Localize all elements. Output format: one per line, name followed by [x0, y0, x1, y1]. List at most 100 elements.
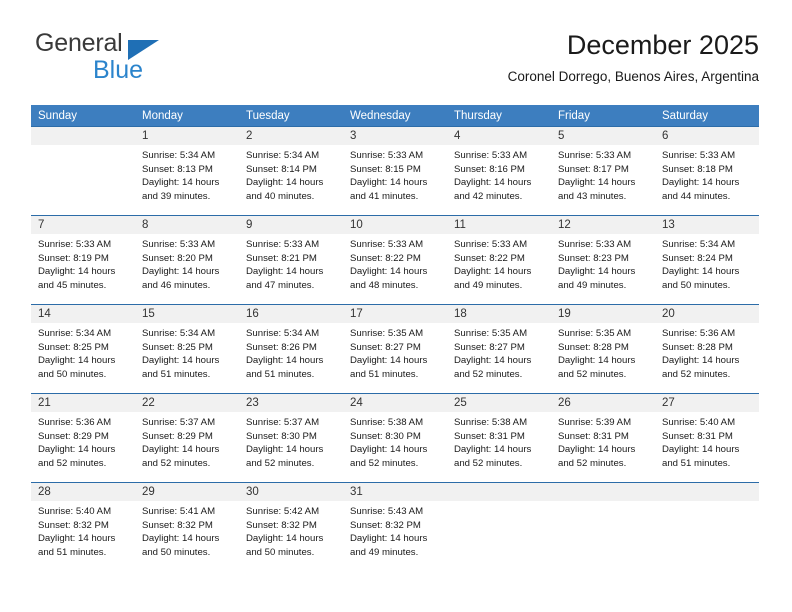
- day-cell[interactable]: [31, 127, 135, 215]
- sunrise-text: Sunrise: 5:33 AM: [142, 239, 216, 250]
- sunrise-text: Sunrise: 5:42 AM: [246, 506, 320, 517]
- sunrise-text: Sunrise: 5:43 AM: [350, 506, 424, 517]
- day-details: Sunrise: 5:35 AM Sunset: 8:27 PM Dayligh…: [343, 323, 447, 381]
- day-cell[interactable]: 16 Sunrise: 5:34 AM Sunset: 8:26 PM Dayl…: [239, 305, 343, 393]
- day-details: Sunrise: 5:33 AM Sunset: 8:18 PM Dayligh…: [655, 145, 759, 203]
- day-details: Sunrise: 5:40 AM Sunset: 8:32 PM Dayligh…: [31, 501, 135, 559]
- day-number: 11: [447, 216, 551, 234]
- sunset-text: Sunset: 8:21 PM: [246, 252, 317, 264]
- page-title: December 2025: [566, 30, 759, 60]
- day-cell[interactable]: [447, 483, 551, 571]
- daylight-text-line1: Daylight: 14 hours: [38, 444, 116, 456]
- day-cell[interactable]: 7 Sunrise: 5:33 AM Sunset: 8:19 PM Dayli…: [31, 216, 135, 304]
- daylight-text-line2: and 51 minutes.: [662, 457, 731, 469]
- daylight-text-line2: and 52 minutes.: [350, 457, 419, 469]
- day-details: Sunrise: 5:33 AM Sunset: 8:17 PM Dayligh…: [551, 145, 655, 203]
- day-number: 7: [31, 216, 135, 234]
- page-subtitle: Coronel Dorrego, Buenos Aires, Argentina: [507, 69, 759, 84]
- day-cell[interactable]: 28 Sunrise: 5:40 AM Sunset: 8:32 PM Dayl…: [31, 483, 135, 571]
- sunrise-text: Sunrise: 5:33 AM: [350, 239, 424, 250]
- day-cell[interactable]: 29 Sunrise: 5:41 AM Sunset: 8:32 PM Dayl…: [135, 483, 239, 571]
- day-cell[interactable]: 6 Sunrise: 5:33 AM Sunset: 8:18 PM Dayli…: [655, 127, 759, 215]
- sunset-text: Sunset: 8:30 PM: [350, 430, 421, 442]
- daylight-text-line1: Daylight: 14 hours: [350, 444, 428, 456]
- day-number: 31: [343, 483, 447, 501]
- general-blue-logo[interactable]: General Blue: [31, 28, 261, 86]
- daylight-text-line1: Daylight: 14 hours: [454, 444, 532, 456]
- day-cell[interactable]: 20 Sunrise: 5:36 AM Sunset: 8:28 PM Dayl…: [655, 305, 759, 393]
- week-row: 1 Sunrise: 5:34 AM Sunset: 8:13 PM Dayli…: [31, 126, 759, 215]
- day-cell[interactable]: [551, 483, 655, 571]
- daylight-text-line2: and 52 minutes.: [454, 457, 523, 469]
- day-cell[interactable]: 10 Sunrise: 5:33 AM Sunset: 8:22 PM Dayl…: [343, 216, 447, 304]
- daylight-text-line2: and 49 minutes.: [558, 279, 627, 291]
- day-number: 20: [655, 305, 759, 323]
- day-number: 4: [447, 127, 551, 145]
- daylight-text-line2: and 42 minutes.: [454, 190, 523, 202]
- day-cell[interactable]: 8 Sunrise: 5:33 AM Sunset: 8:20 PM Dayli…: [135, 216, 239, 304]
- sunset-text: Sunset: 8:31 PM: [454, 430, 525, 442]
- day-details: Sunrise: 5:34 AM Sunset: 8:25 PM Dayligh…: [31, 323, 135, 381]
- day-cell[interactable]: 11 Sunrise: 5:33 AM Sunset: 8:22 PM Dayl…: [447, 216, 551, 304]
- calendar-page: General Blue December 2025 Coronel Dorre…: [0, 0, 792, 612]
- day-cell[interactable]: 14 Sunrise: 5:34 AM Sunset: 8:25 PM Dayl…: [31, 305, 135, 393]
- sunrise-text: Sunrise: 5:33 AM: [350, 150, 424, 161]
- day-cell[interactable]: 26 Sunrise: 5:39 AM Sunset: 8:31 PM Dayl…: [551, 394, 655, 482]
- page-header: General Blue December 2025 Coronel Dorre…: [31, 28, 759, 98]
- daylight-text-line1: Daylight: 14 hours: [142, 533, 220, 545]
- sunset-text: Sunset: 8:13 PM: [142, 163, 213, 175]
- day-number: 27: [655, 394, 759, 412]
- day-cell[interactable]: 13 Sunrise: 5:34 AM Sunset: 8:24 PM Dayl…: [655, 216, 759, 304]
- daylight-text-line2: and 50 minutes.: [246, 546, 315, 558]
- day-number: 29: [135, 483, 239, 501]
- day-number: 30: [239, 483, 343, 501]
- day-details: Sunrise: 5:35 AM Sunset: 8:28 PM Dayligh…: [551, 323, 655, 381]
- logo-text-blue: Blue: [93, 56, 144, 84]
- week-row: 14 Sunrise: 5:34 AM Sunset: 8:25 PM Dayl…: [31, 304, 759, 393]
- daylight-text-line1: Daylight: 14 hours: [350, 177, 428, 189]
- day-cell[interactable]: 24 Sunrise: 5:38 AM Sunset: 8:30 PM Dayl…: [343, 394, 447, 482]
- day-cell[interactable]: 18 Sunrise: 5:35 AM Sunset: 8:27 PM Dayl…: [447, 305, 551, 393]
- day-cell[interactable]: 3 Sunrise: 5:33 AM Sunset: 8:15 PM Dayli…: [343, 127, 447, 215]
- sunset-text: Sunset: 8:22 PM: [350, 252, 421, 264]
- sunset-text: Sunset: 8:27 PM: [350, 341, 421, 353]
- day-cell[interactable]: 5 Sunrise: 5:33 AM Sunset: 8:17 PM Dayli…: [551, 127, 655, 215]
- daylight-text-line2: and 52 minutes.: [454, 368, 523, 380]
- day-cell[interactable]: 21 Sunrise: 5:36 AM Sunset: 8:29 PM Dayl…: [31, 394, 135, 482]
- day-cell[interactable]: 4 Sunrise: 5:33 AM Sunset: 8:16 PM Dayli…: [447, 127, 551, 215]
- day-details: Sunrise: 5:33 AM Sunset: 8:22 PM Dayligh…: [343, 234, 447, 292]
- sunrise-text: Sunrise: 5:35 AM: [350, 328, 424, 339]
- day-cell[interactable]: 2 Sunrise: 5:34 AM Sunset: 8:14 PM Dayli…: [239, 127, 343, 215]
- day-cell[interactable]: 12 Sunrise: 5:33 AM Sunset: 8:23 PM Dayl…: [551, 216, 655, 304]
- day-cell[interactable]: 30 Sunrise: 5:42 AM Sunset: 8:32 PM Dayl…: [239, 483, 343, 571]
- day-cell[interactable]: 9 Sunrise: 5:33 AM Sunset: 8:21 PM Dayli…: [239, 216, 343, 304]
- day-cell[interactable]: 25 Sunrise: 5:38 AM Sunset: 8:31 PM Dayl…: [447, 394, 551, 482]
- sunset-text: Sunset: 8:28 PM: [558, 341, 629, 353]
- daylight-text-line2: and 50 minutes.: [662, 279, 731, 291]
- day-cell[interactable]: 1 Sunrise: 5:34 AM Sunset: 8:13 PM Dayli…: [135, 127, 239, 215]
- weekday-header-tuesday: Tuesday: [246, 110, 290, 122]
- daylight-text-line1: Daylight: 14 hours: [558, 444, 636, 456]
- daylight-text-line2: and 52 minutes.: [558, 457, 627, 469]
- day-cell[interactable]: 23 Sunrise: 5:37 AM Sunset: 8:30 PM Dayl…: [239, 394, 343, 482]
- day-cell[interactable]: [655, 483, 759, 571]
- day-details: Sunrise: 5:34 AM Sunset: 8:13 PM Dayligh…: [135, 145, 239, 203]
- day-cell[interactable]: 27 Sunrise: 5:40 AM Sunset: 8:31 PM Dayl…: [655, 394, 759, 482]
- day-number: 6: [655, 127, 759, 145]
- daylight-text-line1: Daylight: 14 hours: [454, 266, 532, 278]
- day-cell[interactable]: 15 Sunrise: 5:34 AM Sunset: 8:25 PM Dayl…: [135, 305, 239, 393]
- day-number: [551, 483, 655, 501]
- daylight-text-line2: and 49 minutes.: [350, 546, 419, 558]
- day-cell[interactable]: 19 Sunrise: 5:35 AM Sunset: 8:28 PM Dayl…: [551, 305, 655, 393]
- sunset-text: Sunset: 8:29 PM: [142, 430, 213, 442]
- day-cell[interactable]: 31 Sunrise: 5:43 AM Sunset: 8:32 PM Dayl…: [343, 483, 447, 571]
- day-number: 24: [343, 394, 447, 412]
- day-number: 25: [447, 394, 551, 412]
- day-number: 22: [135, 394, 239, 412]
- day-cell[interactable]: 22 Sunrise: 5:37 AM Sunset: 8:29 PM Dayl…: [135, 394, 239, 482]
- day-number: 14: [31, 305, 135, 323]
- day-cell[interactable]: 17 Sunrise: 5:35 AM Sunset: 8:27 PM Dayl…: [343, 305, 447, 393]
- day-number: 2: [239, 127, 343, 145]
- day-number: 21: [31, 394, 135, 412]
- daylight-text-line1: Daylight: 14 hours: [350, 266, 428, 278]
